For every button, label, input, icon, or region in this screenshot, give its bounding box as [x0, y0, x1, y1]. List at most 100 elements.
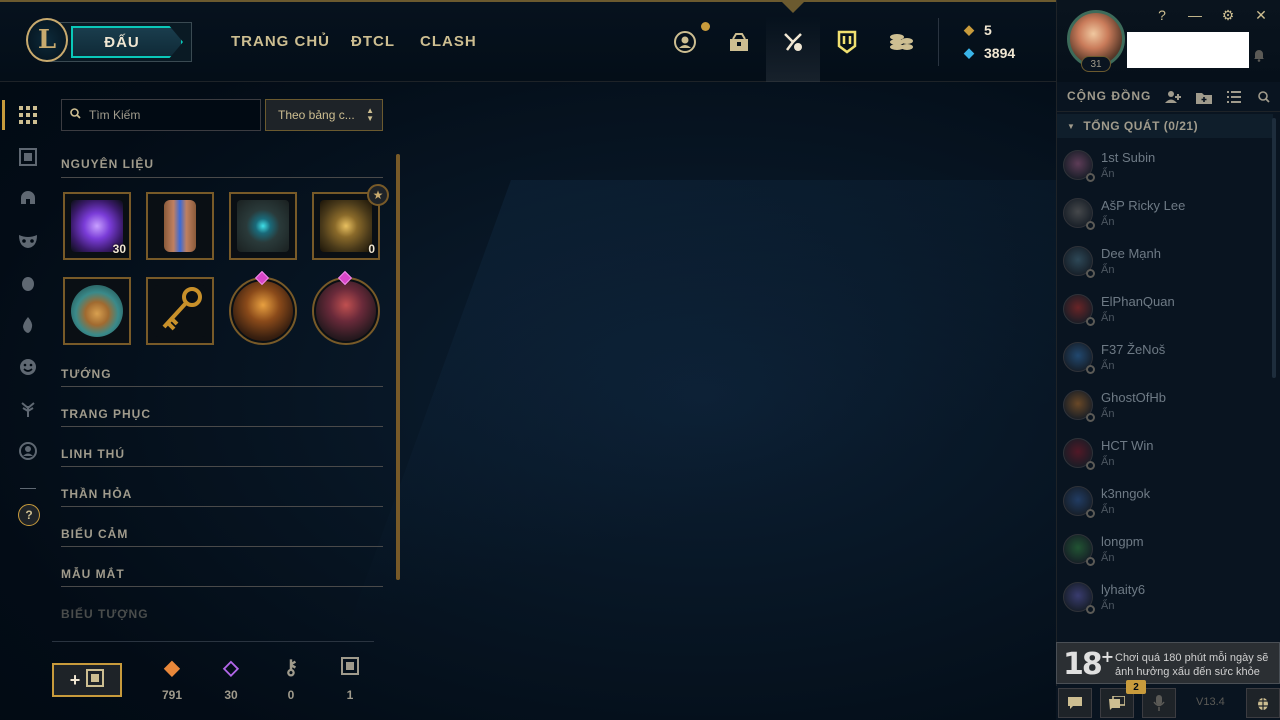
resource-key-fragment[interactable]: ⚷ 0 [271, 656, 311, 702]
tree-icon[interactable] [17, 398, 39, 420]
help-icon[interactable]: ? [1153, 6, 1171, 24]
status-dot-icon [1086, 605, 1095, 614]
collection-chest-icon[interactable] [725, 28, 753, 56]
chevron-down-icon: ▼ [1067, 121, 1076, 131]
league-logo-icon[interactable]: L [26, 18, 68, 62]
friend-status: Ẩn [1101, 600, 1115, 612]
friend-name: AšP Ricky Lee [1101, 198, 1186, 213]
list-view-icon[interactable] [1225, 88, 1243, 106]
loot-count: 0 [368, 242, 375, 256]
section-emotes[interactable]: BIỂU CẢM [61, 527, 128, 541]
friend-group-header[interactable]: ▼ TỔNG QUÁT (0/21) [1057, 114, 1273, 138]
profile-circle-icon[interactable] [17, 440, 39, 462]
friend-row[interactable]: Dee Mạnh Ẩn [1056, 238, 1266, 284]
play-button-label: ĐẤU [104, 33, 140, 51]
level-badge: 31 [1081, 56, 1111, 72]
close-icon[interactable]: ✕ [1252, 6, 1270, 24]
loot-item-skin-shard-2[interactable] [312, 277, 380, 345]
voice-mic-icon[interactable] [1142, 688, 1176, 718]
blue-essence-icon: ◆ [964, 45, 974, 60]
notification-dot [701, 22, 710, 31]
loot-item-key[interactable] [146, 277, 214, 345]
sort-dropdown[interactable]: Theo bảng c... ▲ ▼ [265, 99, 383, 131]
friend-name: longpm [1101, 534, 1144, 549]
loot-item-egg[interactable] [63, 277, 131, 345]
status-dot-icon [1086, 269, 1095, 278]
hextech-chest-icon [237, 200, 289, 252]
emote-icon[interactable] [17, 356, 39, 378]
friend-name: GhostOfHb [1101, 390, 1167, 405]
league-client: ĐẤU L TRANG CHỦ ĐTCL CLASH ◆ 5 ◆ 3894 31… [0, 0, 1280, 720]
friend-row[interactable]: longpm Ẩn [1056, 526, 1266, 572]
add-folder-icon[interactable] [1195, 88, 1213, 106]
section-companions[interactable]: LINH THÚ [61, 447, 125, 461]
capsule-icon [164, 200, 196, 252]
friend-row[interactable]: 1st Subin Ẩn [1056, 142, 1266, 188]
resource-mythic-essence[interactable]: ◇ 30 [211, 656, 251, 702]
age-rating-number: 18 [1063, 647, 1103, 682]
add-friend-icon[interactable] [1165, 88, 1183, 106]
resource-orange-essence[interactable]: ◆ 791 [152, 656, 192, 702]
nav-clash[interactable]: CLASH [420, 33, 477, 50]
social-scrollbar[interactable] [1272, 118, 1276, 378]
rp-icon: ◆ [964, 22, 974, 37]
loot-sidebar: ? [0, 82, 50, 720]
search-input[interactable]: Tìm Kiếm [61, 99, 261, 131]
friend-name: 1st Subin [1101, 150, 1156, 165]
section-icons[interactable]: BIỂU TƯỢNG [61, 607, 149, 621]
settings-icon[interactable]: ⚙ [1219, 6, 1237, 24]
friend-row[interactable]: ElPhanQuan Ẩn [1056, 286, 1266, 332]
store-coins-icon[interactable] [887, 28, 915, 56]
bell-icon[interactable] [1253, 48, 1267, 62]
mask-icon[interactable] [17, 230, 39, 252]
social-header: CỘNG ĐỒNG [1057, 82, 1280, 112]
rp-balance[interactable]: ◆ 5 [962, 22, 992, 38]
resource-chest[interactable]: 1 [330, 656, 370, 702]
nav-tft[interactable]: ĐTCL [351, 33, 395, 50]
social-bottom-bar [1056, 686, 1280, 720]
egg-icon[interactable] [17, 272, 39, 294]
profile-icon[interactable] [671, 28, 699, 56]
friend-row[interactable]: k3nngok Ẩn [1056, 478, 1266, 524]
social-title: CỘNG ĐỒNG [1067, 89, 1152, 103]
section-skins[interactable]: TRANG PHỤC [61, 407, 151, 421]
loot-item-hextech-chest[interactable] [229, 192, 297, 260]
search-icon [70, 108, 81, 122]
section-champions[interactable]: TƯỚNG [61, 367, 112, 381]
help-circle-icon[interactable]: ? [18, 504, 40, 526]
friend-row[interactable]: GhostOfHb Ẩn [1056, 382, 1266, 428]
helmet-icon[interactable] [17, 188, 39, 210]
be-balance[interactable]: ◆ 3894 [962, 45, 1015, 61]
minimize-icon[interactable]: — [1186, 6, 1204, 24]
bug-report-icon[interactable] [1246, 688, 1280, 718]
friend-name: k3nngok [1101, 486, 1151, 501]
friend-row[interactable]: lyhaity6 Ẩn [1056, 574, 1266, 620]
flame-icon[interactable] [17, 314, 39, 336]
tft-pass-icon[interactable] [833, 28, 861, 56]
loot-item-capsule[interactable] [146, 192, 214, 260]
chat-icon[interactable] [1058, 688, 1092, 718]
chest-icon[interactable] [17, 146, 39, 168]
friend-row[interactable]: AšP Ricky Lee Ẩn [1056, 190, 1266, 236]
nav-home[interactable]: TRANG CHỦ [231, 33, 330, 50]
friend-row[interactable]: HCT Win Ẩn [1056, 430, 1266, 476]
loot-item-skin-shard-1[interactable] [229, 277, 297, 345]
craft-chest-button[interactable]: + [52, 663, 122, 697]
loot-hammer-icon[interactable] [779, 28, 807, 56]
friend-group-label: TỔNG QUÁT (0/21) [1083, 119, 1199, 133]
grid-icon[interactable] [17, 104, 39, 126]
loot-item-gemstone[interactable]: 30 [63, 192, 131, 260]
section-divider [61, 426, 383, 427]
section-materials[interactable]: NGUYÊN LIỆU [61, 157, 154, 171]
age-rating-18-icon: 18+ [1063, 647, 1114, 682]
section-ward-skins[interactable]: THẦN HỎA [61, 487, 132, 501]
friend-row[interactable]: F37 ŽeNoš Ẩn [1056, 334, 1266, 380]
section-eye-colors[interactable]: MẪU MẮT [61, 567, 125, 581]
key-icon [154, 285, 206, 337]
friend-name: F37 ŽeNoš [1101, 342, 1166, 357]
orange-essence-value: 791 [161, 688, 183, 702]
friend-status: Ẩn [1101, 504, 1115, 516]
be-value: 3894 [984, 45, 1016, 61]
search-icon[interactable] [1255, 88, 1273, 106]
loot-scrollbar-thumb[interactable] [396, 154, 400, 580]
